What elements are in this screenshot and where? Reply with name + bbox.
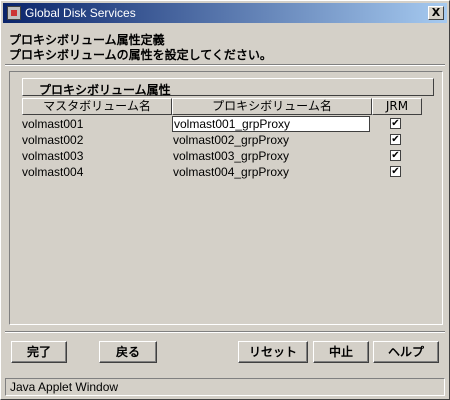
dialog-window: Global Disk Services X プロキシボリューム属性定義 プロキ… (0, 0, 450, 400)
page-description: プロキシボリュームの属性を設定してください。 (9, 48, 272, 62)
master-volume-cell: volmast004 (22, 165, 84, 179)
back-button[interactable]: 戻る (99, 341, 157, 363)
divider-bottom (5, 331, 445, 333)
header-area: プロキシボリューム属性定義 プロキシボリュームの属性を設定してください。 (5, 25, 445, 63)
cancel-button[interactable]: 中止 (313, 341, 369, 363)
table-header: マスタボリューム名 プロキシボリューム名 JRM (22, 98, 434, 115)
table-body: volmast001 volmast001_grpProxy ✔ volmast… (22, 116, 434, 180)
proxy-volume-cell[interactable]: volmast002_grpProxy (173, 132, 289, 148)
finish-button[interactable]: 完了 (11, 341, 67, 363)
master-volume-cell: volmast002 (22, 133, 84, 147)
table-row[interactable]: volmast004 volmast004_grpProxy ✔ (22, 164, 434, 180)
proxy-volume-cell[interactable]: volmast004_grpProxy (173, 164, 289, 180)
proxy-attributes-panel: プロキシボリューム属性 マスタボリューム名 プロキシボリューム名 JRM vol… (9, 71, 443, 325)
status-bar: Java Applet Window (5, 378, 445, 396)
column-header-jrm[interactable]: JRM (372, 98, 422, 115)
table-row[interactable]: volmast001 volmast001_grpProxy ✔ (22, 116, 434, 132)
java-app-icon (7, 6, 21, 20)
proxy-volume-field[interactable]: volmast001_grpProxy (172, 116, 370, 132)
master-volume-cell: volmast003 (22, 149, 84, 163)
window-title: Global Disk Services (25, 6, 136, 20)
attributes-table: マスタボリューム名 プロキシボリューム名 JRM volmast001 volm… (22, 98, 434, 318)
title-bar[interactable]: Global Disk Services X (3, 3, 447, 23)
table-row[interactable]: volmast003 volmast003_grpProxy ✔ (22, 148, 434, 164)
jrm-checkbox[interactable]: ✔ (390, 150, 401, 161)
section-header: プロキシボリューム属性 (22, 78, 434, 97)
jrm-checkbox[interactable]: ✔ (390, 118, 401, 129)
section-title: プロキシボリューム属性 (39, 83, 171, 97)
jrm-checkbox[interactable]: ✔ (390, 134, 401, 145)
master-volume-cell: volmast001 (22, 117, 84, 131)
help-button[interactable]: ヘルプ (373, 341, 439, 363)
proxy-volume-cell[interactable]: volmast003_grpProxy (173, 148, 289, 164)
reset-button[interactable]: リセット (238, 341, 308, 363)
jrm-checkbox[interactable]: ✔ (390, 166, 401, 177)
divider-top (5, 64, 445, 66)
column-header-master[interactable]: マスタボリューム名 (22, 98, 172, 115)
column-header-proxy[interactable]: プロキシボリューム名 (172, 98, 372, 115)
close-button[interactable]: X (428, 6, 444, 20)
table-row[interactable]: volmast002 volmast002_grpProxy ✔ (22, 132, 434, 148)
